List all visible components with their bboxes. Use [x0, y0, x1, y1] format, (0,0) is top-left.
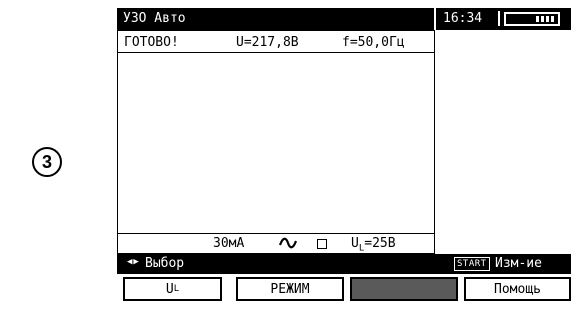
softkey-ul-main: U	[165, 281, 174, 297]
frequency-reading: f=50,0Гц	[342, 35, 405, 50]
ul-prefix: U	[351, 236, 359, 251]
rated-current: 30мА	[213, 236, 245, 251]
battery-icon	[504, 12, 560, 26]
battery-cell	[546, 16, 549, 22]
softkey-ul-sub: L	[173, 284, 180, 294]
touch-voltage-limit: UL=25В	[351, 236, 396, 254]
battery-cell	[541, 16, 544, 22]
navigation-bar: ◀▶ Выбор START Изм-ие	[117, 254, 571, 274]
voltage-reading: U=217,8В	[236, 35, 299, 50]
title-divider	[434, 8, 436, 30]
square-icon	[317, 239, 327, 249]
ready-status: ГОТОВО!	[124, 35, 179, 50]
softkey-blank[interactable]	[350, 277, 458, 301]
battery-separator	[498, 11, 500, 26]
measurement-panel: ГОТОВО! U=217,8В f=50,0Гц 30мА UL=25В	[117, 30, 435, 254]
softkey-mode[interactable]: РЕЖИМ	[236, 277, 344, 301]
select-hint: Выбор	[145, 256, 185, 271]
ul-value: =25В	[364, 236, 396, 251]
title-bar: УЗО Авто 16:34	[117, 8, 571, 30]
status-line: ГОТОВО! U=217,8В f=50,0Гц	[118, 31, 434, 53]
battery-cell	[551, 16, 554, 22]
ac-sine-icon	[279, 237, 297, 249]
change-hint: Изм-ие	[495, 256, 542, 271]
softkey-ul[interactable]: UL	[123, 277, 222, 301]
left-right-arrows-icon: ◀▶	[127, 257, 140, 267]
step-number-marker: 3	[32, 147, 62, 177]
mode-title: УЗО Авто	[123, 11, 186, 26]
clock: 16:34	[443, 11, 483, 26]
meter-screen: УЗО Авто 16:34 ГОТОВО! U=217,8В f=50,0Гц…	[117, 8, 571, 312]
start-key-icon: START	[454, 257, 490, 271]
softkey-help[interactable]: Помощь	[464, 277, 571, 301]
step-number: 3	[41, 151, 52, 172]
battery-cell	[536, 16, 539, 22]
settings-line: 30мА UL=25В	[118, 233, 434, 254]
